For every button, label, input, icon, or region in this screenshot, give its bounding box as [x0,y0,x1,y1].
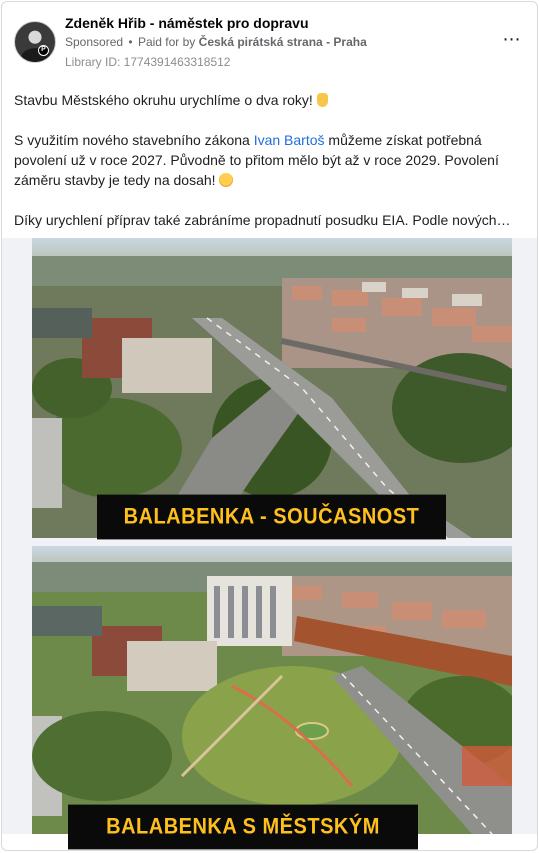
meta-separator: • [128,35,133,49]
party-badge-icon: P [38,45,49,56]
post-header: P Zdeněk Hřib - náměstek pro dopravu Spo… [14,13,525,73]
author-avatar[interactable]: P [14,21,56,63]
body-paragraph-1: Stavbu Městského okruhu urychlíme o dva … [14,90,514,110]
winking-emoji-icon [219,173,234,187]
library-id: Library ID: 1774391463318512 [65,55,231,69]
body-line-1: Stavbu Městského okruhu urychlíme o dva … [14,92,313,108]
body-text-segment: S využitím nového stavebního zákona [14,132,254,148]
more-options-icon[interactable]: ⋯ [499,30,523,53]
aerial-photo-proposed-image [32,546,512,834]
aerial-photo-current-image [32,238,512,538]
aerial-photo-proposed [32,546,512,834]
paid-for-prefix: Paid for by [137,35,196,49]
body-paragraph-2: S využitím nového stavebního zákona Ivan… [14,130,514,190]
body-paragraph-3: Díky urychlení příprav také zabráníme pr… [14,212,511,228]
ad-post-card: P Zdeněk Hřib - náměstek pro dopravu Spo… [1,1,538,851]
aerial-photo-current [32,238,512,538]
author-name[interactable]: Zdeněk Hřib - náměstek pro dopravu [65,15,309,31]
post-media[interactable]: BALABENKA - SOUČASNOST BALABENKA S MĚSTS… [2,238,537,850]
sponsored-label: Sponsored [65,35,124,49]
sponsored-line: Sponsored • Paid for by Česká pirátská s… [65,35,367,49]
mention-link[interactable]: Ivan Bartoš [254,132,325,148]
post-body: Stavbu Městského okruhu urychlíme o dva … [14,90,514,230]
caption-current: BALABENKA - SOUČASNOST [97,494,446,540]
caption-proposed: BALABENKA S MĚSTSKÝM OKRUHEM [68,804,418,850]
paid-for-by-name[interactable]: Česká pirátská strana - Praha [199,35,367,49]
thumbs-up-emoji-icon [316,93,328,107]
